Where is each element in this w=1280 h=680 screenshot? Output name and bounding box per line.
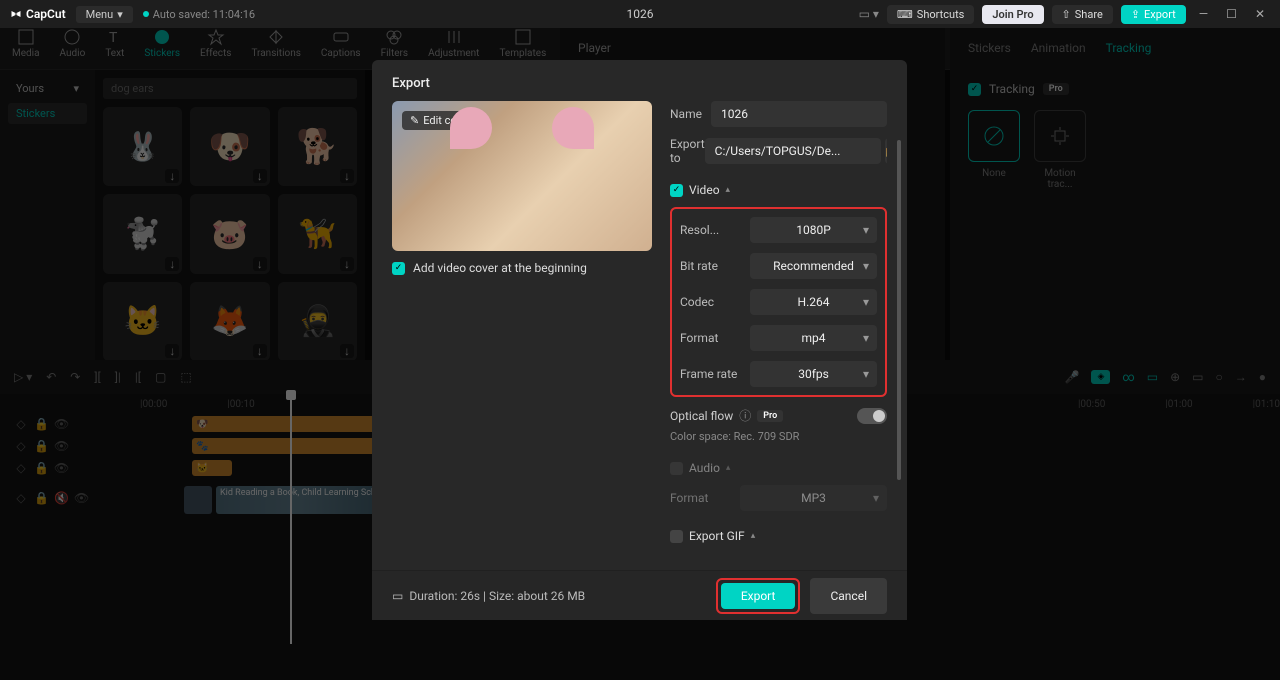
maximize-icon[interactable]: ☐ [1221,7,1242,21]
bitrate-label: Bit rate [680,259,750,273]
browse-folder-button[interactable]: 📁 [885,138,887,164]
video-settings-highlight: Resol...1080P Bit rateRecommended CodecH… [670,207,887,397]
menu-button[interactable]: Menu ▾ [76,6,133,23]
top-bar: CapCut Menu ▾ Auto saved: 11:04:16 1026 … [0,0,1280,28]
pencil-icon: ✎ [410,114,419,127]
colorspace-info: Color space: Rec. 709 SDR [670,430,887,443]
audio-format-select: MP3 [740,485,887,511]
join-pro-button[interactable]: Join Pro [982,5,1043,24]
resolution-label: Resol... [680,223,750,237]
layout-icon[interactable]: ▭ ▾ [859,7,879,21]
frame-icon: ▭ [392,589,403,603]
add-cover-label: Add video cover at the beginning [413,261,587,275]
duration-info: Duration: 26s | Size: about 26 MB [409,589,585,603]
close-icon[interactable]: ✕ [1250,7,1270,21]
export-confirm-button[interactable]: Export [721,583,796,609]
gif-section-label: Export GIF [689,529,745,543]
scrollbar[interactable] [897,140,901,480]
audio-format-label: Format [670,491,740,505]
codec-label: Codec [680,295,750,309]
keyboard-icon: ⌨ [897,8,913,21]
caret-up-icon[interactable]: ▴ [726,463,731,473]
codec-select[interactable]: H.264 [750,289,877,315]
minimize-icon[interactable]: — [1194,7,1213,21]
folder-icon: 📁 [885,144,887,158]
cancel-button[interactable]: Cancel [810,578,887,614]
format-label: Format [680,331,750,345]
dialog-title: Export [372,60,907,101]
export-button-top[interactable]: ⇪ Export [1121,5,1186,24]
caret-up-icon[interactable]: ▴ [751,531,756,541]
exportto-field[interactable] [705,138,881,164]
share-button[interactable]: ⇧ Share [1052,5,1113,24]
video-section-checkbox[interactable]: ✓ [670,184,683,197]
add-cover-checkbox[interactable]: ✓ [392,262,405,275]
app-logo: CapCut [10,7,66,21]
chevron-down-icon: ▾ [117,8,123,21]
project-title: 1026 [627,7,654,21]
audio-section-checkbox[interactable] [670,462,683,475]
format-select[interactable]: mp4 [750,325,877,351]
framerate-select[interactable]: 30fps [750,361,877,387]
export-button-highlight: Export [716,578,801,614]
framerate-label: Frame rate [680,367,750,381]
status-dot-icon [143,11,149,17]
optical-flow-toggle[interactable] [857,408,887,424]
info-icon[interactable]: ⓘ [739,407,751,424]
pro-badge: Pro [757,410,783,422]
video-section-label: Video [689,183,720,197]
caret-up-icon[interactable]: ▴ [726,185,731,195]
bitrate-select[interactable]: Recommended [750,253,877,279]
audio-section-label: Audio [689,461,720,475]
capcut-icon [10,8,22,20]
name-field[interactable] [711,101,887,127]
optical-flow-label: Optical flow [670,409,733,423]
resolution-select[interactable]: 1080P [750,217,877,243]
export-dialog: Export ✎Edit cover ✓ Add video cover at … [372,60,907,620]
share-icon: ⇧ [1062,8,1071,21]
autosave-status: Auto saved: 11:04:16 [143,8,255,21]
export-icon: ⇪ [1131,8,1140,21]
gif-section-checkbox[interactable] [670,530,683,543]
exportto-label: Export to [670,137,705,165]
name-label: Name [670,107,711,121]
cover-preview: ✎Edit cover [392,101,652,251]
shortcuts-button[interactable]: ⌨ Shortcuts [887,5,974,24]
